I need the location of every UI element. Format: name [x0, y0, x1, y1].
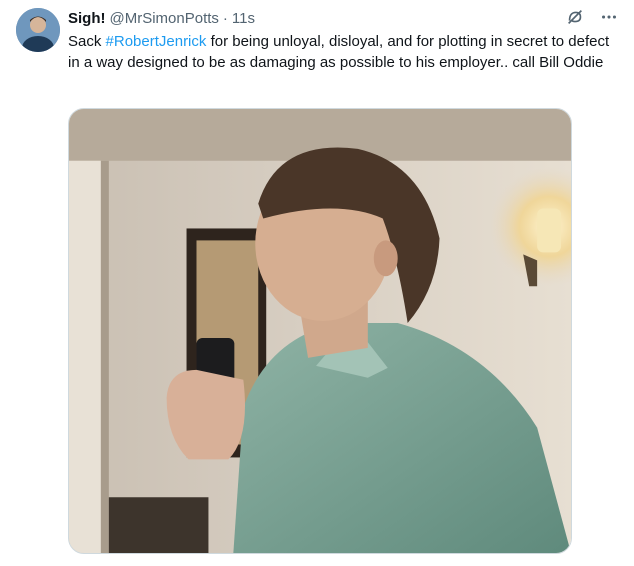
- top-actions: [564, 6, 620, 28]
- tweet-text: Sack #RobertJenrick for being unloyal, d…: [68, 31, 624, 73]
- separator-dot: ·: [222, 10, 228, 27]
- more-icon[interactable]: [598, 6, 620, 28]
- hashtag-link[interactable]: #RobertJenrick: [106, 33, 207, 50]
- display-name[interactable]: Sigh!: [68, 9, 106, 29]
- handle[interactable]: @MrSimonPotts: [110, 9, 219, 29]
- tweet-header: Sigh! @MrSimonPotts · 11s: [68, 9, 255, 29]
- grok-icon[interactable]: [564, 6, 586, 28]
- tweet-text-before: Sack: [68, 33, 106, 50]
- tweet: Sigh! @MrSimonPotts · 11s Sack #RobertJe…: [0, 0, 634, 566]
- avatar[interactable]: [16, 8, 60, 52]
- tweet-media-image[interactable]: [68, 108, 572, 554]
- timestamp[interactable]: 11s: [232, 9, 255, 29]
